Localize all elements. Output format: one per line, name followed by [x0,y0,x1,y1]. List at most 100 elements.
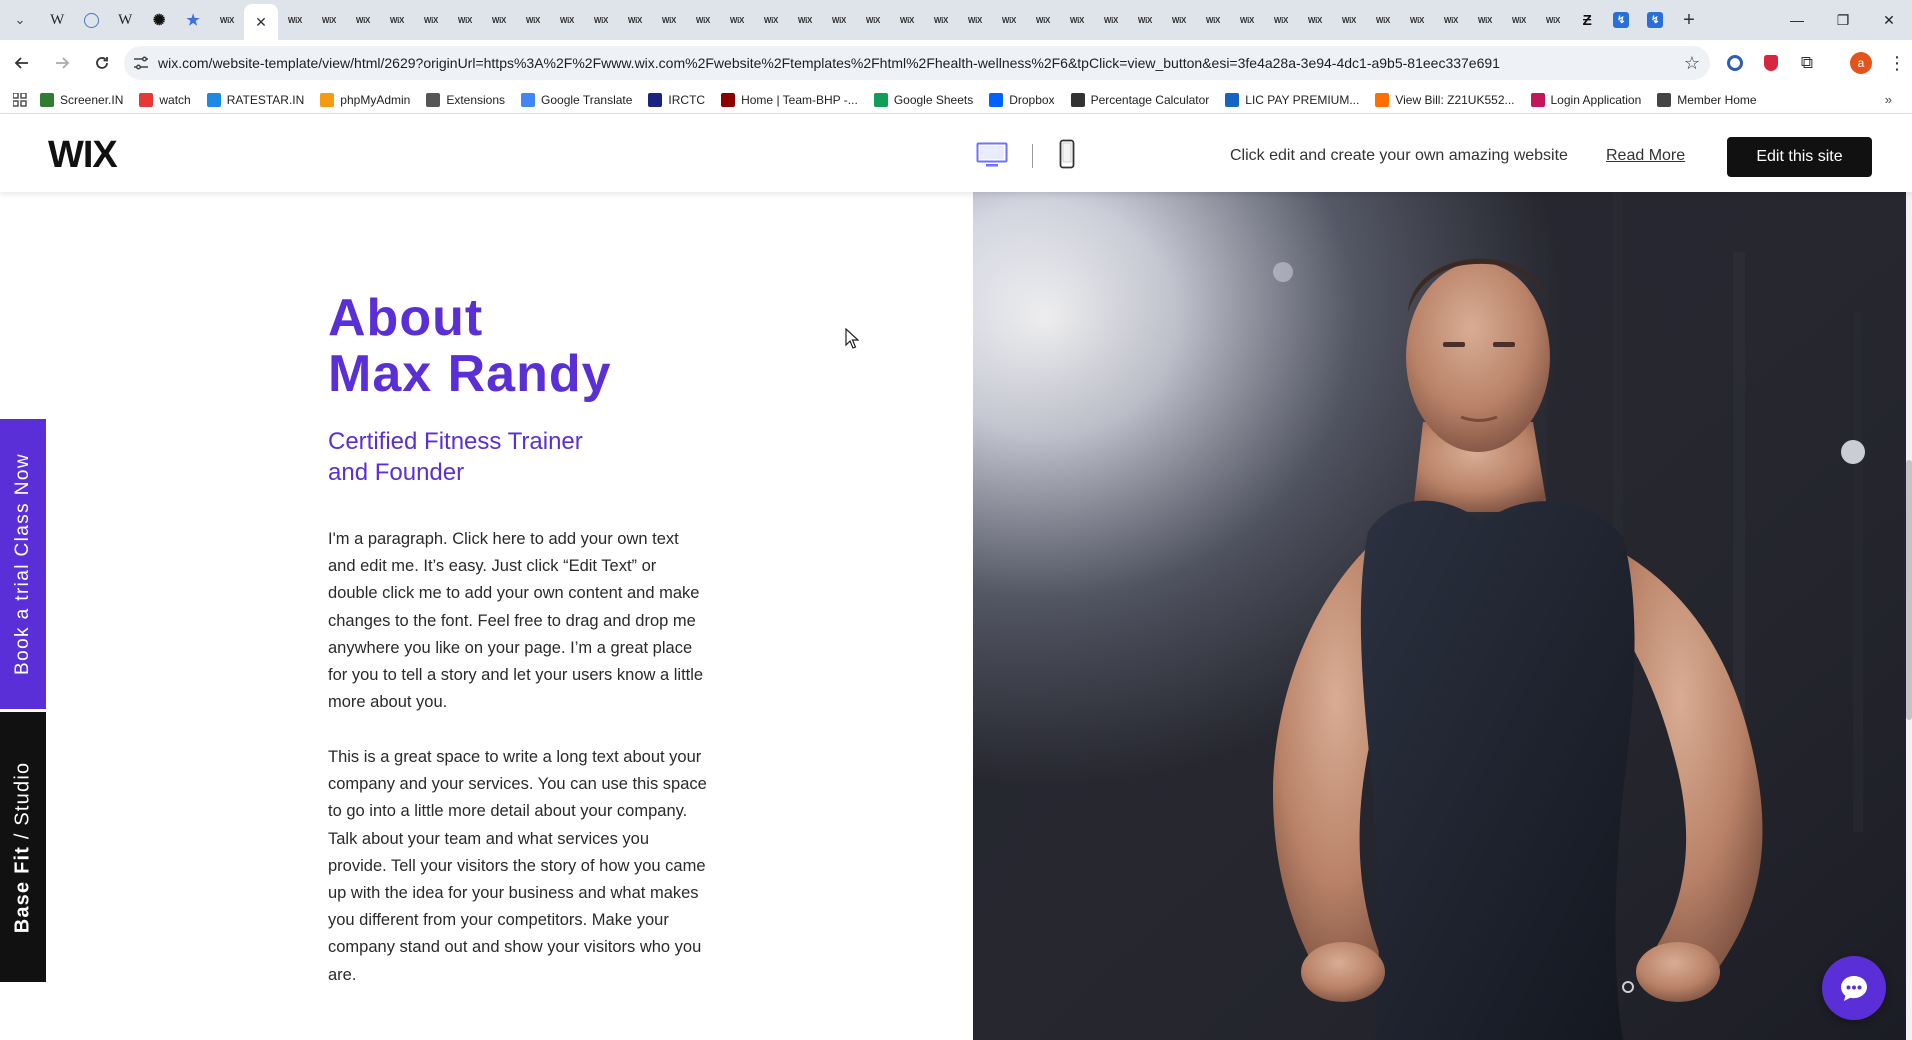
desktop-view-icon[interactable] [976,142,1008,168]
tab-wix[interactable]: WiX [380,0,414,40]
bookmark-item[interactable]: IRCTC [648,92,705,107]
new-tab-button[interactable]: + [1672,0,1706,40]
tab-wix[interactable]: WiX [482,0,516,40]
tab-wikipedia[interactable]: W [108,0,142,40]
apps-grid-icon[interactable] [0,92,40,107]
tab-wix[interactable]: WiX [516,0,550,40]
tab-chatgpt[interactable]: ✺ [142,0,176,40]
tab-wix[interactable]: WiX [312,0,346,40]
tab-wix[interactable]: WiX [1434,0,1468,40]
tab-wix[interactable]: WiX [1332,0,1366,40]
close-window-button[interactable]: ✕ [1866,0,1912,40]
tab-wix[interactable]: WiX [720,0,754,40]
extension-button[interactable] [1718,46,1752,80]
tab-wix[interactable]: WiX [1230,0,1264,40]
tab-wix[interactable]: WiX [448,0,482,40]
tab-wix[interactable]: WiX [822,0,856,40]
bookmark-item[interactable]: Login Application [1530,92,1641,107]
wix-favicon-icon: WiX [1273,15,1289,25]
minimize-button[interactable]: — [1774,0,1820,40]
bookmark-item[interactable]: Percentage Calculator [1070,92,1209,107]
tab-wix[interactable]: WiX [210,0,244,40]
bookmark-item[interactable]: RATESTAR.IN [206,92,304,107]
tab-wix[interactable]: WiX [1400,0,1434,40]
bookmark-item[interactable]: Dropbox [989,92,1055,107]
tab-search-button[interactable]: ⌄ [0,0,40,40]
tab-wix[interactable]: WiX [346,0,380,40]
mobile-view-icon[interactable] [1059,139,1075,169]
wix-favicon-icon: WiX [457,15,473,25]
wikipedia-icon: W [118,11,132,28]
base-fit-studio-tab[interactable]: Base Fit / Studio [0,712,46,982]
bookmark-item[interactable]: LIC PAY PREMIUM... [1225,92,1359,107]
tab-wikipedia[interactable]: W [40,0,74,40]
tab-active-wix[interactable]: ✕ [244,4,278,40]
tab-wix[interactable]: WiX [618,0,652,40]
restore-button[interactable]: ❐ [1820,0,1866,40]
bookmark-star-icon[interactable]: ☆ [1674,53,1710,74]
forward-button[interactable] [44,45,80,81]
wix-logo[interactable]: WIX [48,136,118,174]
tab-wix[interactable]: WiX [278,0,312,40]
address-bar[interactable]: wix.com/website-template/view/html/2629?… [124,46,1710,80]
site-info-icon[interactable] [124,56,158,70]
extensions-menu-button[interactable]: ⧉ [1790,46,1824,80]
tab-wix[interactable]: WiX [1366,0,1400,40]
tab-wix[interactable]: WiX [958,0,992,40]
wix-favicon-icon: WiX [491,15,507,25]
bookmark-item[interactable]: Screener.IN [40,92,123,107]
tab-wix[interactable]: WiX [890,0,924,40]
tab-wix[interactable]: WiX [652,0,686,40]
chat-button[interactable] [1822,956,1886,1020]
tab-wix[interactable]: WiX [686,0,720,40]
tab-wix[interactable]: WiX [584,0,618,40]
tab-wix[interactable]: WiX [1094,0,1128,40]
tab-wix[interactable]: WiX [992,0,1026,40]
tab-starred[interactable]: ★ [176,0,210,40]
tab-wix[interactable]: WiX [1468,0,1502,40]
bookmark-item[interactable]: Member Home [1657,92,1757,107]
bookmark-favicon-icon [1375,92,1390,107]
tab-wix[interactable]: WiX [788,0,822,40]
tab-wix[interactable]: WiX [924,0,958,40]
more-bookmarks-button[interactable]: » [1885,92,1892,107]
bookmark-item[interactable]: Home | Team-BHP -... [721,92,858,107]
wix-favicon-icon: WiX [355,15,371,25]
tab-globe[interactable] [74,0,108,40]
read-more-link[interactable]: Read More [1606,147,1685,165]
tab-wix[interactable]: WiX [1264,0,1298,40]
tab-wix[interactable]: WiX [1026,0,1060,40]
tab-wix[interactable]: WiX [856,0,890,40]
tab-wix[interactable]: WiX [1536,0,1570,40]
book-trial-class-tab[interactable]: Book a trial Class Now [0,419,46,709]
tab-wix[interactable]: WiX [550,0,584,40]
bookmark-item[interactable]: Google Sheets [873,92,973,107]
url-text[interactable]: wix.com/website-template/view/html/2629?… [158,55,1674,71]
extension-circle-icon [1727,55,1743,71]
bookmark-item[interactable]: watch [139,92,191,107]
close-tab-icon[interactable]: ✕ [255,14,267,31]
back-button[interactable] [4,45,40,81]
bookmark-label: Home | Team-BHP -... [741,92,858,107]
tab-wix[interactable]: WiX [1128,0,1162,40]
tab-wix[interactable]: WiX [1060,0,1094,40]
reload-button[interactable] [84,45,120,81]
tab-zigzag[interactable]: Ƶ [1570,0,1604,40]
profile-button[interactable]: a [1844,46,1878,80]
browser-menu-button[interactable]: ⋮ [1880,46,1912,80]
bookmark-item[interactable]: View Bill: Z21UK552... [1375,92,1515,107]
tab-wix[interactable]: WiX [1298,0,1332,40]
extension-button[interactable] [1754,46,1788,80]
tab-wix[interactable]: WiX [1196,0,1230,40]
bookmark-item[interactable]: phpMyAdmin [320,92,410,107]
bookmark-item[interactable]: Google Translate [521,92,632,107]
tab-blue-app[interactable]: ↯ [1604,0,1638,40]
bookmark-item[interactable]: Extensions [426,92,505,107]
tab-wix[interactable]: WiX [754,0,788,40]
tab-wix[interactable]: WiX [414,0,448,40]
tab-blue-app[interactable]: ↯ [1638,0,1672,40]
edit-this-site-button[interactable]: Edit this site [1727,137,1872,177]
tab-wix[interactable]: WiX [1502,0,1536,40]
page-scrollbar-thumb[interactable] [1906,460,1912,720]
tab-wix[interactable]: WiX [1162,0,1196,40]
